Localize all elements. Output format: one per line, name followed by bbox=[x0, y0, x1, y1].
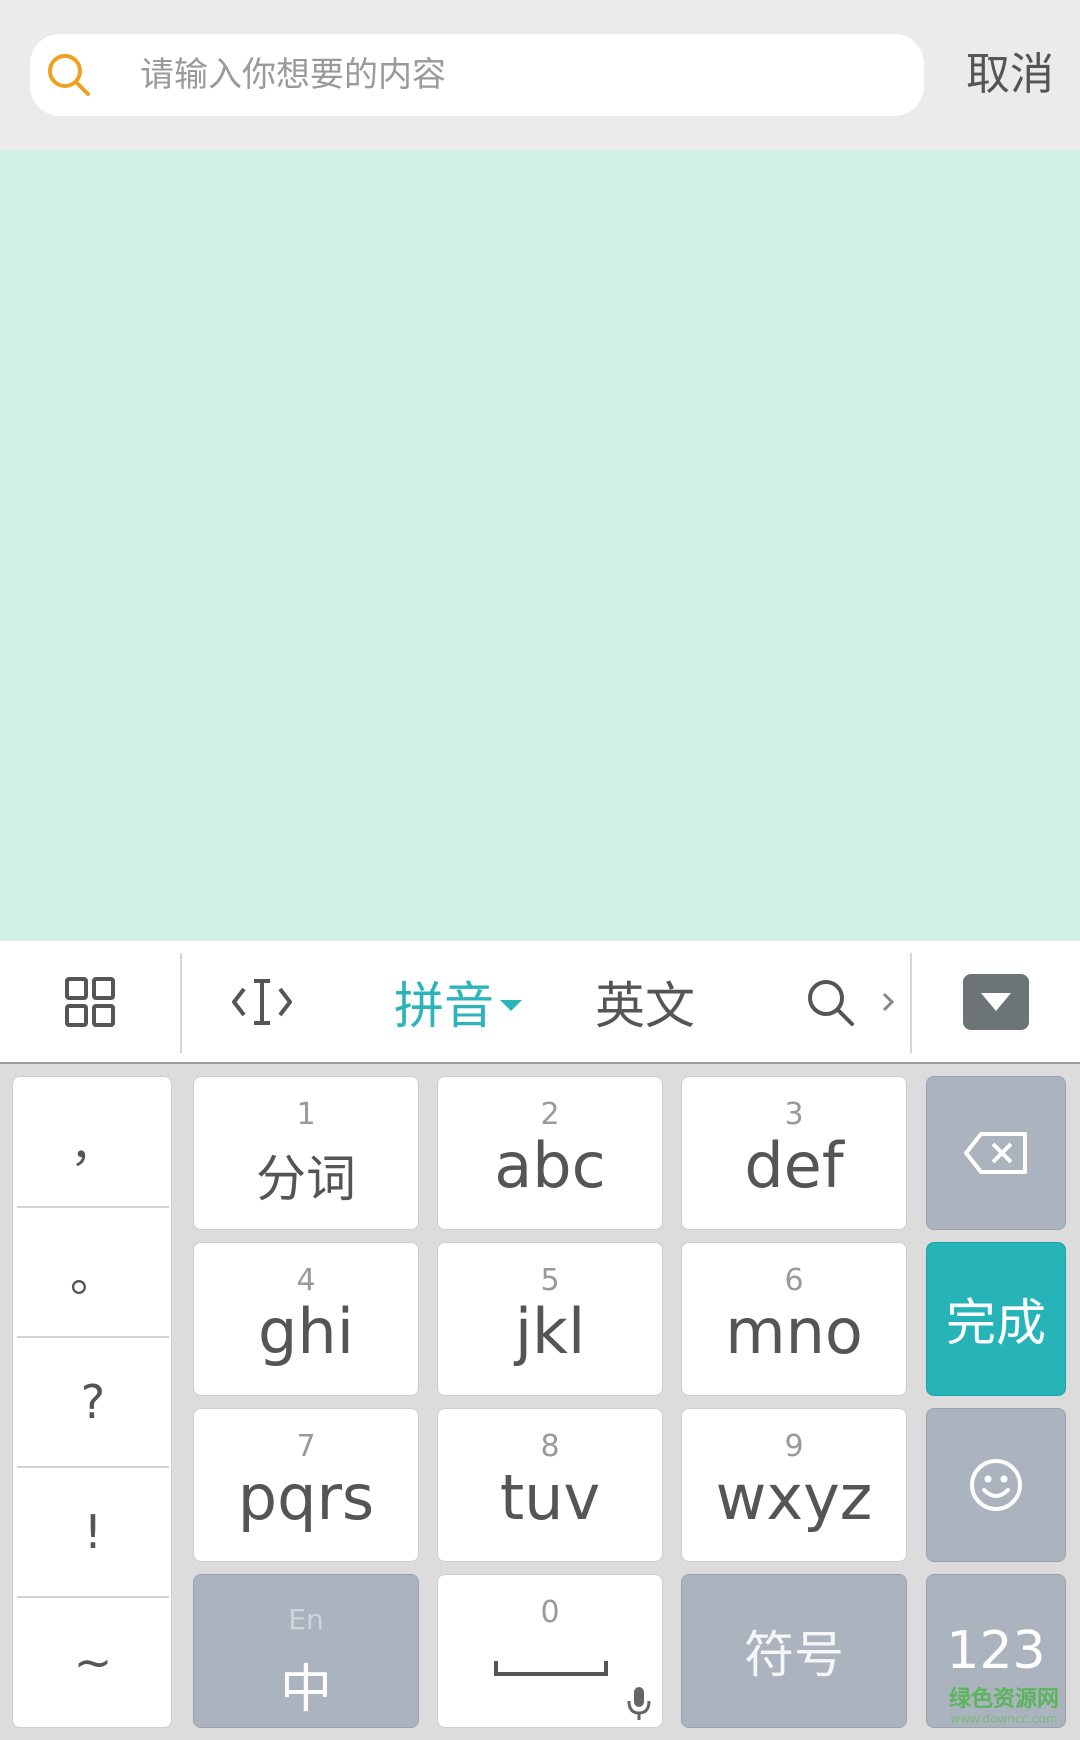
punct-key[interactable]: ? bbox=[13, 1337, 173, 1467]
search-icon bbox=[48, 54, 90, 96]
space-bar-icon bbox=[494, 1661, 608, 1676]
key-sub-label: En bbox=[288, 1603, 324, 1636]
key-letters: mno bbox=[725, 1295, 863, 1368]
punct-key[interactable]: ~ bbox=[13, 1597, 173, 1727]
key-3-def[interactable]: 3 def bbox=[681, 1076, 907, 1230]
punct-key[interactable]: ! bbox=[13, 1467, 173, 1597]
key-letters: def bbox=[744, 1129, 844, 1202]
key-letters: tuv bbox=[499, 1461, 601, 1534]
toolbar-more-button[interactable] bbox=[874, 941, 902, 1063]
toolbar-divider bbox=[910, 953, 912, 1053]
language-switch-key[interactable]: En 中 bbox=[193, 1574, 419, 1728]
key-letters: ghi bbox=[258, 1295, 354, 1368]
grid-menu-icon bbox=[65, 977, 115, 1027]
key-2-abc[interactable]: 2 abc bbox=[437, 1076, 663, 1230]
key-number: 1 bbox=[296, 1097, 316, 1132]
text-cursor-icon bbox=[232, 979, 292, 1025]
smiley-icon bbox=[970, 1459, 1022, 1511]
key-number: 8 bbox=[540, 1429, 560, 1464]
english-label: 英文 bbox=[595, 977, 695, 1035]
key-number: 4 bbox=[296, 1263, 316, 1298]
key-9-wxyz[interactable]: 9 wxyz bbox=[681, 1408, 907, 1562]
watermark: 绿色资源网 www.downcc.com bbox=[944, 1687, 1064, 1727]
done-label: 完成 bbox=[946, 1294, 1046, 1352]
key-number: 0 bbox=[540, 1595, 560, 1630]
pinyin-label: 拼音 bbox=[394, 977, 494, 1035]
content-area bbox=[0, 150, 1080, 940]
backspace-key[interactable] bbox=[926, 1076, 1066, 1230]
key-main-label: 中 bbox=[279, 1660, 332, 1720]
dropdown-caret-icon bbox=[500, 999, 522, 1011]
space-key[interactable]: 0 bbox=[437, 1574, 663, 1728]
key-number: 7 bbox=[296, 1429, 316, 1464]
done-key[interactable]: 完成 bbox=[926, 1242, 1066, 1396]
key-number: 5 bbox=[540, 1263, 560, 1298]
microphone-icon bbox=[627, 1687, 651, 1720]
ime-search-button[interactable] bbox=[796, 941, 864, 1063]
punct-key[interactable]: 。 bbox=[13, 1207, 173, 1337]
english-mode-button[interactable]: 英文 bbox=[585, 941, 705, 1063]
key-1-split[interactable]: 1 分词 bbox=[193, 1076, 419, 1230]
key-7-pqrs[interactable]: 7 pqrs bbox=[193, 1408, 419, 1562]
pinyin-mode-button[interactable]: 拼音 bbox=[388, 941, 528, 1063]
key-number: 9 bbox=[784, 1429, 804, 1464]
ime-toolbar: 拼音 英文 bbox=[0, 940, 1080, 1064]
punctuation-panel: ， 。 ? ! ~ bbox=[12, 1076, 172, 1728]
key-4-ghi[interactable]: 4 ghi bbox=[193, 1242, 419, 1396]
cancel-button[interactable]: 取消 bbox=[950, 34, 1070, 116]
key-letters: wxyz bbox=[715, 1461, 873, 1534]
cursor-move-button[interactable] bbox=[220, 941, 304, 1063]
key-5-jkl[interactable]: 5 jkl bbox=[437, 1242, 663, 1396]
toolbar-divider bbox=[180, 953, 182, 1053]
number-label: 123 bbox=[946, 1621, 1046, 1681]
search-icon bbox=[808, 980, 854, 1026]
watermark-main: 绿色资源网 bbox=[948, 1687, 1059, 1712]
punct-key[interactable]: ， bbox=[13, 1077, 173, 1207]
emoji-key[interactable] bbox=[926, 1408, 1066, 1562]
key-letters: abc bbox=[494, 1129, 606, 1202]
key-8-tuv[interactable]: 8 tuv bbox=[437, 1408, 663, 1562]
hide-keyboard-button[interactable] bbox=[952, 941, 1040, 1063]
key-letters: 分词 bbox=[256, 1150, 356, 1208]
hide-keyboard-icon bbox=[963, 974, 1029, 1030]
key-6-mno[interactable]: 6 mno bbox=[681, 1242, 907, 1396]
watermark-sub: www.downcc.com bbox=[950, 1712, 1058, 1726]
symbol-label: 符号 bbox=[744, 1626, 844, 1684]
symbol-key[interactable]: 符号 bbox=[681, 1574, 907, 1728]
key-number: 6 bbox=[784, 1263, 804, 1298]
chevron-right-icon bbox=[882, 992, 895, 1012]
search-input[interactable] bbox=[140, 34, 900, 116]
backspace-icon bbox=[964, 1132, 1027, 1174]
ime-menu-button[interactable] bbox=[38, 941, 142, 1063]
key-letters: jkl bbox=[514, 1295, 586, 1368]
key-number: 3 bbox=[784, 1097, 804, 1132]
search-box[interactable] bbox=[30, 34, 924, 116]
key-letters: pqrs bbox=[237, 1461, 375, 1534]
search-header: 取消 bbox=[0, 0, 1080, 150]
key-number: 2 bbox=[540, 1097, 560, 1132]
keyboard: ， 。 ? ! ~ 1 分词 2 abc 3 def 4 ghi 5 jkl 6… bbox=[0, 1064, 1080, 1740]
